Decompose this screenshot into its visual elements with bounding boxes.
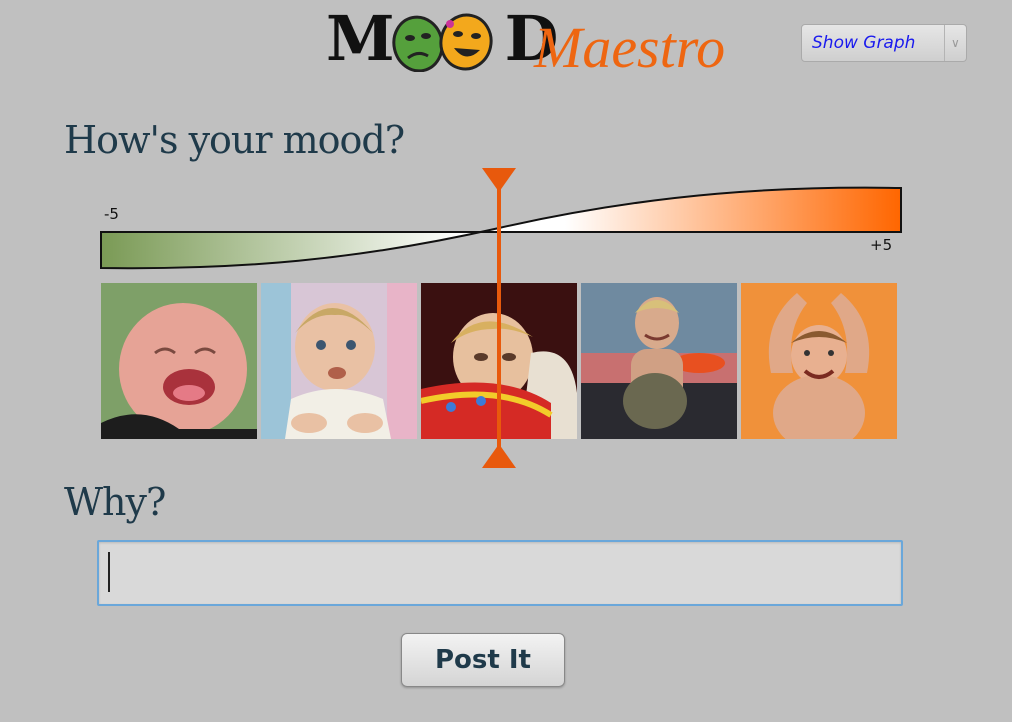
messy-baby-photo: [261, 283, 417, 439]
cheering-boy-photo: [741, 283, 897, 439]
scale-min-label: -5: [104, 205, 119, 223]
mood-question: How's your mood?: [64, 118, 405, 162]
text-caret: [108, 552, 110, 592]
why-question: Why?: [64, 480, 166, 524]
mood-slider-top-handle-icon[interactable]: [482, 168, 516, 192]
smiling-boy-photo: [581, 283, 737, 439]
graph-toggle-label: Show Graph: [812, 33, 916, 53]
chevron-down-icon[interactable]: ∨: [943, 25, 966, 61]
scale-max-label: +5: [870, 236, 893, 254]
app-logo: MD Maestro: [322, 2, 762, 80]
logo-maestro-text: Maestro: [534, 15, 726, 80]
mood-slider-bottom-handle-icon[interactable]: [482, 444, 516, 468]
crying-baby-photo: [101, 283, 257, 439]
mood-scale-bar[interactable]: [98, 180, 904, 272]
mood-slider-line[interactable]: [497, 170, 501, 466]
why-input[interactable]: [97, 540, 903, 606]
graph-toggle-select[interactable]: Show Graph ∨: [801, 24, 967, 62]
post-it-button[interactable]: Post It: [401, 633, 565, 687]
theater-masks-icon: [392, 13, 493, 72]
